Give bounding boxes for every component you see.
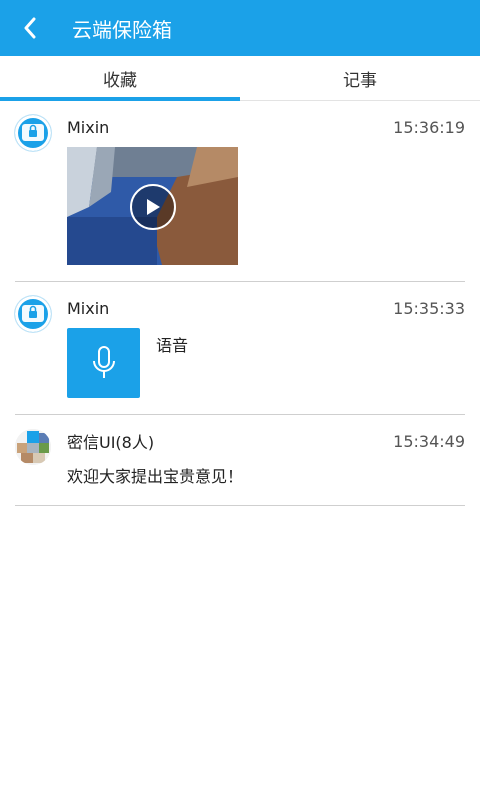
video-thumbnail[interactable] [67, 147, 238, 265]
play-icon [147, 199, 160, 215]
group-avatar [15, 429, 51, 465]
app-bar: 云端保险箱 [0, 0, 480, 56]
sender-name: 密信UI(8人) [67, 433, 155, 452]
chevron-left-icon [24, 17, 36, 39]
list-item[interactable]: 密信UI(8人) 15:34:49 欢迎大家提出宝贵意见！ [15, 415, 465, 506]
back-button[interactable] [0, 0, 60, 56]
tab-bar: 收藏 记事 [0, 56, 480, 101]
list-item[interactable]: Mixin 15:35:33 语音 [15, 282, 465, 415]
sender-name: Mixin [67, 117, 110, 137]
message-list: Mixin 15:36:19 Mixin 15:35:33 语音 密信UI(8人… [0, 101, 480, 506]
avatar [15, 115, 51, 151]
tab-favorites[interactable]: 收藏 [0, 56, 240, 101]
lock-chat-icon [22, 124, 44, 141]
voice-label: 语音 [156, 336, 189, 355]
tab-notes[interactable]: 记事 [240, 56, 480, 100]
voice-message-button[interactable] [67, 328, 140, 398]
sender-name: Mixin [67, 298, 110, 318]
group-collage-icon [15, 429, 51, 465]
message-time: 15:34:49 [393, 431, 465, 451]
microphone-icon [92, 346, 115, 378]
list-item[interactable]: Mixin 15:36:19 [15, 101, 465, 282]
page-title: 云端保险箱 [72, 17, 172, 42]
message-text: 欢迎大家提出宝贵意见！ [67, 467, 244, 486]
lock-chat-icon [22, 305, 44, 322]
message-time: 15:36:19 [393, 117, 465, 137]
play-button[interactable] [130, 184, 176, 230]
avatar [15, 296, 51, 332]
message-time: 15:35:33 [393, 298, 465, 318]
